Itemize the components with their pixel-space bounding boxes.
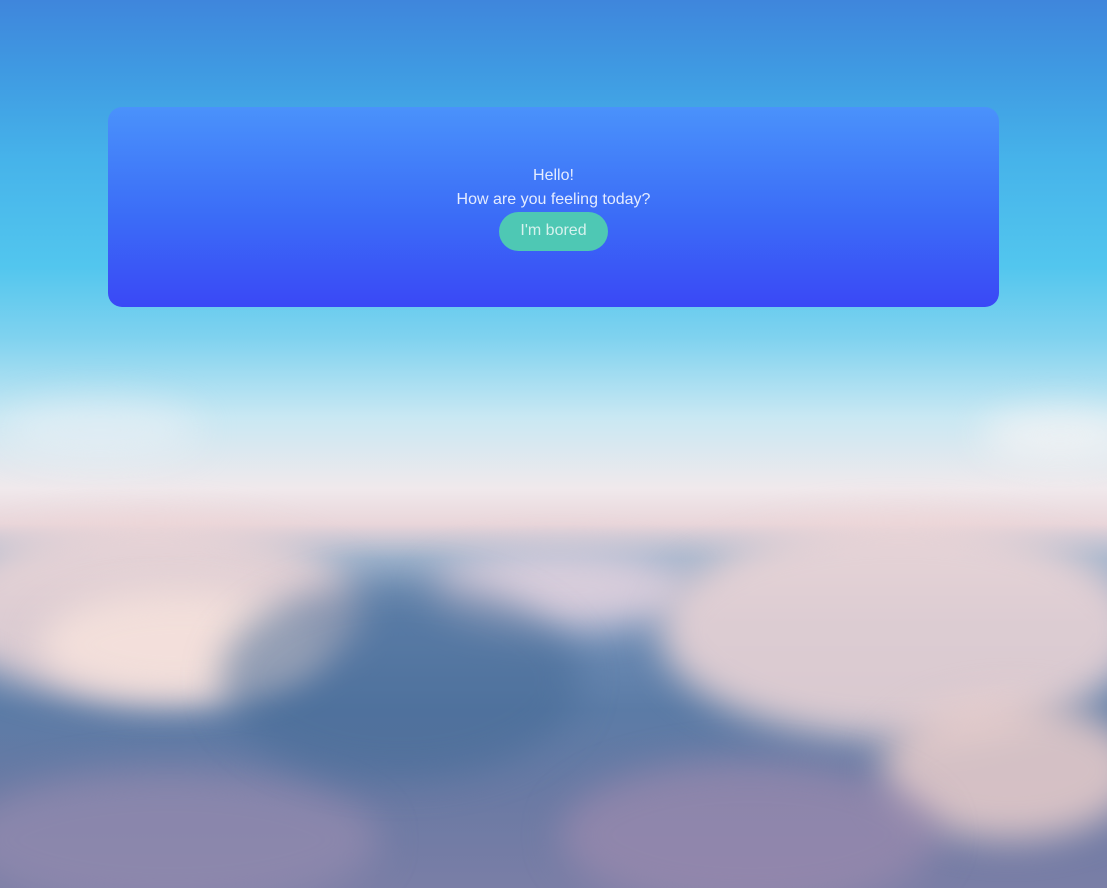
greeting-card: Hello! How are you feeling today? I'm bo… [108,107,999,307]
cloud-shape [0,770,380,888]
cloud-shape [980,410,1107,460]
greeting-text: Hello! [533,166,574,184]
question-text: How are you feeling today? [456,190,651,208]
cloud-shape [220,580,580,780]
bored-button[interactable]: I'm bored [499,211,608,251]
cloud-shape [0,400,200,460]
